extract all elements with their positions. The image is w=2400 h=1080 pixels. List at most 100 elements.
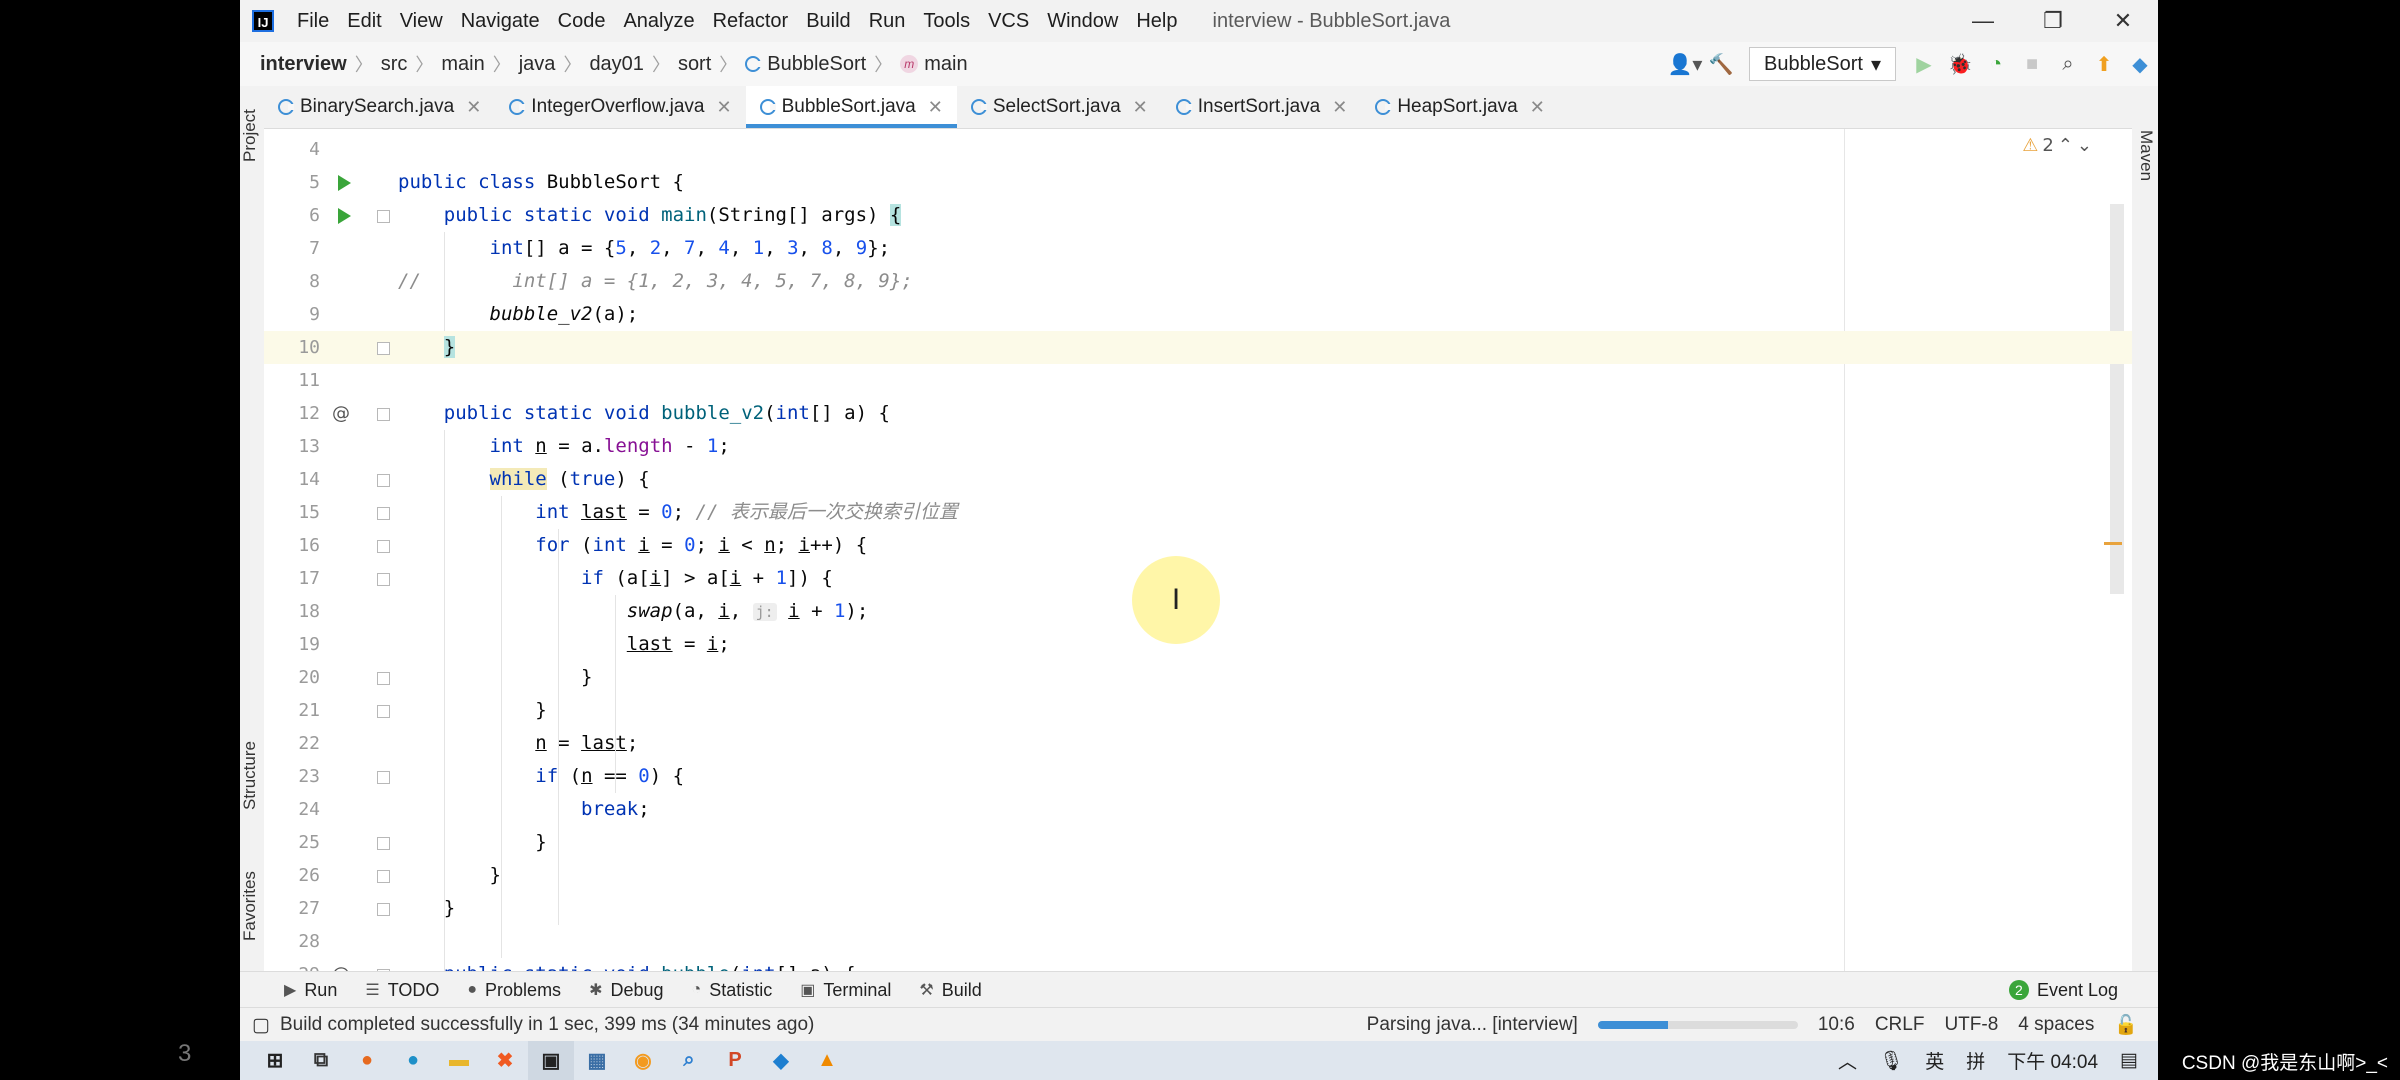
fold-marker-icon[interactable] bbox=[377, 342, 390, 355]
hammer-icon[interactable]: 🔨 bbox=[1703, 46, 1739, 82]
tab-insertsort[interactable]: InsertSort.java ✕ bbox=[1162, 86, 1362, 128]
menu-help[interactable]: Help bbox=[1127, 10, 1186, 33]
fold-marker-icon[interactable] bbox=[377, 507, 390, 520]
app-orange-icon[interactable]: ◉ bbox=[620, 1041, 666, 1080]
project-tool-tab[interactable]: Project bbox=[240, 96, 264, 176]
fold-marker-icon[interactable] bbox=[377, 771, 390, 784]
fold-marker-icon[interactable] bbox=[377, 210, 390, 223]
powerpoint-icon[interactable]: P bbox=[712, 1041, 758, 1080]
close-button[interactable]: ✕ bbox=[2088, 0, 2158, 42]
menu-vcs[interactable]: VCS bbox=[979, 10, 1038, 33]
caret-position[interactable]: 10:6 bbox=[1818, 1014, 1855, 1036]
code-line[interactable]: 20 } bbox=[264, 661, 2132, 694]
fold-marker-icon[interactable] bbox=[377, 903, 390, 916]
breadcrumb-sort[interactable]: sort bbox=[672, 53, 717, 76]
tool-build[interactable]: ⚒ Build bbox=[905, 980, 995, 1001]
run-config-dropdown[interactable]: BubbleSort ▾ bbox=[1748, 47, 1896, 81]
menu-file[interactable]: File bbox=[288, 10, 338, 33]
menu-navigate[interactable]: Navigate bbox=[452, 10, 549, 33]
tab-integeroverflow[interactable]: IntegerOverflow.java ✕ bbox=[495, 86, 745, 128]
code-line[interactable]: 9 bubble_v2(a); bbox=[264, 298, 2132, 331]
code-line[interactable]: 26 } bbox=[264, 859, 2132, 892]
breadcrumb-class[interactable]: BubbleSort bbox=[739, 53, 872, 76]
code-line[interactable]: 10 } bbox=[264, 331, 2132, 364]
microphone-icon[interactable]: 🎙 bbox=[1879, 1049, 1903, 1073]
structure-tool-tab[interactable]: Structure bbox=[240, 726, 264, 826]
tool-problems[interactable]: ● Problems bbox=[453, 980, 575, 1001]
breadcrumb-main[interactable]: main bbox=[435, 53, 490, 76]
code-line[interactable]: 14 while (true) { bbox=[264, 463, 2132, 496]
close-icon[interactable]: ✕ bbox=[1530, 97, 1545, 118]
ime-mode[interactable]: 拼 bbox=[1966, 1047, 1985, 1074]
menu-run[interactable]: Run bbox=[860, 10, 915, 33]
vscode-icon[interactable]: ◆ bbox=[758, 1041, 804, 1080]
code-line[interactable]: 4 bbox=[264, 133, 2132, 166]
tool-debug[interactable]: ✱ Debug bbox=[575, 980, 677, 1001]
code-line[interactable]: 29 @ public static void bubble(int[] a) { bbox=[264, 958, 2132, 971]
status-box-icon[interactable]: ▢ bbox=[252, 1014, 270, 1037]
debug-icon[interactable]: 🐞 bbox=[1942, 46, 1978, 82]
breadcrumb-project[interactable]: interview bbox=[254, 53, 353, 76]
xmind-icon[interactable]: ✖ bbox=[482, 1041, 528, 1080]
calculator-icon[interactable]: ▦ bbox=[574, 1041, 620, 1080]
code-line[interactable]: 21 } bbox=[264, 694, 2132, 727]
breadcrumb-java[interactable]: java bbox=[513, 53, 562, 76]
notification-icon[interactable]: ▤ bbox=[2120, 1049, 2138, 1072]
build-status-message[interactable]: Build completed successfully in 1 sec, 3… bbox=[280, 1014, 814, 1036]
code-line[interactable]: 24 break; bbox=[264, 793, 2132, 826]
menu-build[interactable]: Build bbox=[797, 10, 859, 33]
firefox-icon[interactable]: ● bbox=[344, 1041, 390, 1080]
fold-marker-icon[interactable] bbox=[377, 408, 390, 421]
code-line[interactable]: 12 @ public static void bubble_v2(int[] a… bbox=[264, 397, 2132, 430]
code-line[interactable]: 6 public static void main(String[] args)… bbox=[264, 199, 2132, 232]
chevron-up-icon[interactable]: ︿ bbox=[1838, 1047, 1857, 1074]
close-icon[interactable]: ✕ bbox=[717, 97, 732, 118]
breadcrumb-day01[interactable]: day01 bbox=[583, 53, 650, 76]
menu-window[interactable]: Window bbox=[1038, 10, 1127, 33]
code-line[interactable]: 8 // int[] a = {1, 2, 3, 4, 5, 7, 8, 9}; bbox=[264, 265, 2132, 298]
tab-bubblesort[interactable]: BubbleSort.java ✕ bbox=[745, 86, 958, 128]
tool-terminal[interactable]: ▣ Terminal bbox=[786, 980, 905, 1001]
close-icon[interactable]: ✕ bbox=[1133, 97, 1148, 118]
ime-language[interactable]: 英 bbox=[1925, 1047, 1944, 1074]
menu-view[interactable]: View bbox=[391, 10, 452, 33]
update-icon[interactable]: ⬆ bbox=[2086, 46, 2122, 82]
code-line[interactable]: 28 bbox=[264, 925, 2132, 958]
indent-setting[interactable]: 4 spaces bbox=[2018, 1014, 2094, 1036]
close-icon[interactable]: ✕ bbox=[1332, 97, 1347, 118]
minimize-button[interactable]: — bbox=[1948, 0, 2018, 42]
tab-heapsort[interactable]: HeapSort.java ✕ bbox=[1361, 86, 1559, 128]
fold-marker-icon[interactable] bbox=[377, 474, 390, 487]
code-line[interactable]: 5 public class BubbleSort { bbox=[264, 166, 2132, 199]
tab-selectsort[interactable]: SelectSort.java ✕ bbox=[957, 86, 1162, 128]
stop-icon[interactable]: ■ bbox=[2014, 46, 2050, 82]
code-line[interactable]: 15 int last = 0; // 表示最后一次交换索引位置 bbox=[264, 496, 2132, 529]
search-icon[interactable]: ⌕ bbox=[2050, 46, 2086, 82]
file-explorer-icon[interactable]: ▬ bbox=[436, 1041, 482, 1080]
override-gutter-icon[interactable]: @ bbox=[332, 397, 350, 430]
run-gutter-icon[interactable] bbox=[338, 175, 351, 191]
code-line[interactable]: 13 int n = a.length - 1; bbox=[264, 430, 2132, 463]
lock-icon[interactable]: 🔓 bbox=[2114, 1013, 2138, 1037]
code-line[interactable]: 27 } bbox=[264, 892, 2132, 925]
run-gutter-icon[interactable] bbox=[338, 208, 351, 224]
line-separator[interactable]: CRLF bbox=[1875, 1014, 1925, 1036]
intellij-icon[interactable]: ▣ bbox=[528, 1041, 574, 1080]
breadcrumb-method[interactable]: m main bbox=[894, 53, 973, 76]
fold-marker-icon[interactable] bbox=[377, 573, 390, 586]
fold-marker-icon[interactable] bbox=[377, 837, 390, 850]
code-editor[interactable]: ⚠ 2 ⌃ ⌄ 4 5 public class BubbleSort {6 pub… bbox=[264, 129, 2132, 971]
breadcrumb-src[interactable]: src bbox=[375, 53, 414, 76]
fold-marker-icon[interactable] bbox=[377, 705, 390, 718]
menu-edit[interactable]: Edit bbox=[338, 10, 390, 33]
run-icon[interactable]: ▶ bbox=[1906, 46, 1942, 82]
tab-binarysearch[interactable]: BinarySearch.java ✕ bbox=[264, 86, 495, 128]
favorites-tool-tab[interactable]: Favorites bbox=[240, 856, 264, 956]
tool-todo[interactable]: ☰ TODO bbox=[351, 980, 453, 1001]
restore-button[interactable]: ❐ bbox=[2018, 0, 2088, 42]
tool-statistic[interactable]: ◔ Statistic bbox=[678, 980, 787, 1001]
code-line[interactable]: 16 for (int i = 0; i < n; i++) { bbox=[264, 529, 2132, 562]
user-icon[interactable]: 👤▾ bbox=[1667, 46, 1703, 82]
vlc-icon[interactable]: ▲ bbox=[804, 1041, 850, 1080]
code-line[interactable]: 22 n = last; bbox=[264, 727, 2132, 760]
